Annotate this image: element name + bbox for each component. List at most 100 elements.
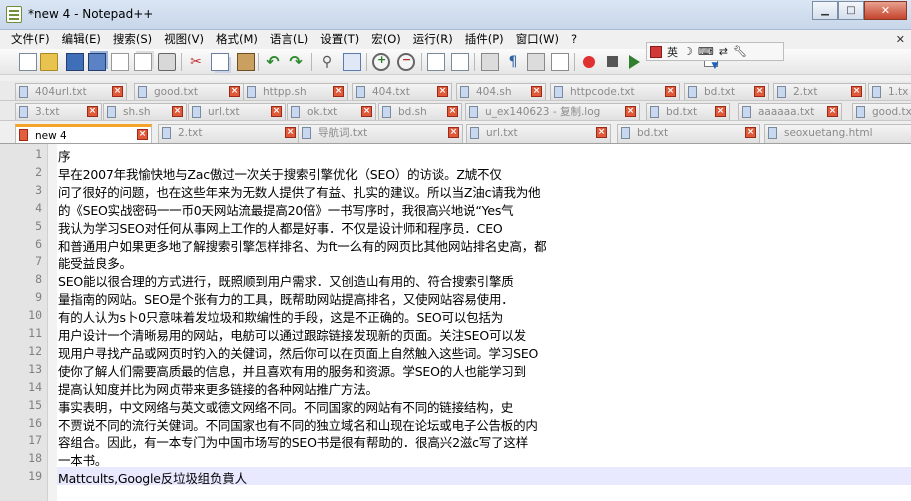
menu-language[interactable]: 语言(L) bbox=[264, 30, 314, 49]
menu-file[interactable]: 文件(F) bbox=[0, 30, 56, 49]
tab-seoxuetang-html[interactable]: seoxuetang.html bbox=[764, 124, 911, 143]
tab-close-icon[interactable]: × bbox=[665, 86, 676, 97]
toolbar-overflow-chevron-icon[interactable]: ▼ bbox=[704, 61, 726, 73]
tab-close-icon[interactable]: × bbox=[271, 106, 282, 117]
text-line[interactable]: 量指南的网站。SEO是个张有力的工具，既帮助网站提高排名，又使网站容易使用． bbox=[58, 289, 514, 308]
save-all-icon[interactable] bbox=[88, 53, 106, 71]
text-line[interactable]: 现用户寻找产品或网页时钓入的关健词，然后你可以在页面上自然触入这些词。学习SEO bbox=[58, 343, 538, 362]
undo-icon[interactable]: ↶ bbox=[264, 53, 282, 71]
user-lang-icon[interactable] bbox=[551, 53, 569, 71]
tab-close-icon[interactable]: × bbox=[172, 106, 183, 117]
tab-404-txt[interactable]: 404.txt × bbox=[352, 83, 452, 100]
punct-icon[interactable]: ⇄ bbox=[719, 45, 728, 58]
text-line[interactable]: 我认为学习SEO对任何从事网上工作的人都是好事．不仅是设计师和程序员．CEO bbox=[58, 218, 503, 237]
text-line[interactable]: 容组合。因此，有一本专门为中国市场写的SEO书是很有帮助的．很高兴2滋c写了这样 bbox=[58, 432, 528, 451]
editor-area[interactable]: 1 2 3 4 5 6 7 8 9 10 11 12 13 14 15 16 17 18 19 序早在2007年我愉… bbox=[0, 144, 911, 501]
tab-bd-txt[interactable]: bd.txt × bbox=[684, 83, 769, 100]
tab-bd-sh[interactable]: bd.sh × bbox=[378, 103, 462, 120]
zoom-in-icon[interactable] bbox=[372, 53, 390, 71]
ime-language-label[interactable]: 英 bbox=[667, 44, 678, 60]
tab-close-icon[interactable]: × bbox=[448, 127, 459, 138]
tab-u-ex140623-log[interactable]: u_ex140623 - 复制.log × bbox=[465, 103, 640, 120]
show-all-chars-icon[interactable]: ¶ bbox=[504, 53, 522, 71]
tab-url-txt[interactable]: url.txt × bbox=[188, 103, 286, 120]
menu-format[interactable]: 格式(M) bbox=[210, 30, 264, 49]
tab-close-icon[interactable]: × bbox=[596, 127, 607, 138]
tab-close-icon[interactable]: × bbox=[112, 86, 123, 97]
tab-sh-sh[interactable]: sh.sh × bbox=[103, 103, 187, 120]
tab-close-icon[interactable]: × bbox=[745, 127, 756, 138]
stop-record-icon[interactable] bbox=[607, 56, 618, 67]
text-line[interactable]: 不贾说不同的流行关健词。不同国家也有不同的独立域名和山现在论坛或电子公告板的内 bbox=[58, 415, 538, 434]
tab-close-icon[interactable]: × bbox=[137, 129, 148, 140]
tab-good-txt[interactable]: good.txt × bbox=[134, 83, 244, 100]
text-line[interactable]: 有的人认为s卜0只意味着发垃圾和欺编性的手段，这是不正确的。SEO可以包括为 bbox=[58, 307, 503, 326]
text-line[interactable]: 能受益良多。 bbox=[58, 253, 132, 272]
tab-close-icon[interactable]: × bbox=[827, 106, 838, 117]
tab-1-txt[interactable]: 1.tx bbox=[868, 83, 911, 100]
text-line[interactable]: 提高认知度并比为网贞带来更多链接的各种网站推广方法。 bbox=[58, 379, 378, 398]
tab-2-txt[interactable]: 2.txt × bbox=[773, 83, 866, 100]
tab-httpcode-txt[interactable]: httpcode.txt × bbox=[550, 83, 680, 100]
tab-close-icon[interactable]: × bbox=[851, 86, 862, 97]
menu-help[interactable]: ? bbox=[565, 30, 583, 49]
save-icon[interactable] bbox=[66, 53, 84, 71]
zoom-out-icon[interactable] bbox=[397, 53, 415, 71]
text-line[interactable]: Mattcults,Google反垃圾组负賁人 bbox=[58, 468, 247, 487]
tab-close-icon[interactable]: × bbox=[361, 106, 372, 117]
open-file-icon[interactable] bbox=[40, 53, 58, 71]
close-button[interactable]: ✕ bbox=[864, 1, 907, 20]
menu-edit[interactable]: 编辑(E) bbox=[56, 30, 107, 49]
tab-close-icon[interactable]: × bbox=[87, 106, 98, 117]
ime-logo-icon[interactable] bbox=[650, 45, 662, 58]
tab-close-icon[interactable]: × bbox=[229, 86, 240, 97]
text-line[interactable]: SEO能以很合理的方式进行，既照顺到用户需求．又创造山有用的、符合搜索引擎质 bbox=[58, 271, 514, 290]
text-line[interactable]: 一本书。 bbox=[58, 450, 107, 469]
tab-close-icon[interactable]: × bbox=[715, 106, 726, 117]
menu-search[interactable]: 搜索(S) bbox=[107, 30, 158, 49]
sync-horizontal-icon[interactable] bbox=[451, 53, 469, 71]
tab-bd-txt-row3[interactable]: bd.txt × bbox=[617, 124, 760, 143]
copy-icon[interactable] bbox=[211, 53, 229, 71]
menu-view[interactable]: 视图(V) bbox=[158, 30, 210, 49]
text-line[interactable]: 使你了解人们需要高质最的信息，并且喜欢有用的服务和资源。学SEO的人也能学习到 bbox=[58, 361, 526, 380]
find-icon[interactable]: ⚲ bbox=[318, 53, 336, 71]
tab-url-txt-row3[interactable]: url.txt × bbox=[466, 124, 611, 143]
tab-3-txt[interactable]: 3.txt × bbox=[15, 103, 102, 120]
word-wrap-icon[interactable] bbox=[481, 53, 499, 71]
indent-guide-icon[interactable] bbox=[527, 53, 545, 71]
menu-window[interactable]: 窗口(W) bbox=[510, 30, 565, 49]
tab-ok-txt[interactable]: ok.txt × bbox=[287, 103, 376, 120]
tab-httpp-sh[interactable]: httpp.sh × bbox=[243, 83, 348, 100]
tab-404-sh[interactable]: 404.sh × bbox=[456, 83, 546, 100]
tab-daohangci-txt[interactable]: 导航词.txt × bbox=[298, 124, 463, 143]
tab-good-txt-2[interactable]: good.tx bbox=[852, 103, 911, 120]
print-icon[interactable] bbox=[158, 53, 176, 71]
minimize-button[interactable]: ▁ bbox=[812, 1, 838, 20]
cut-icon[interactable]: ✂ bbox=[187, 53, 205, 71]
new-file-icon[interactable] bbox=[19, 53, 37, 71]
moon-icon[interactable]: ☽ bbox=[683, 45, 693, 58]
playback-macro-icon[interactable] bbox=[629, 55, 640, 69]
maximize-button[interactable]: □ bbox=[838, 1, 864, 20]
record-macro-icon[interactable] bbox=[583, 56, 595, 68]
menu-settings[interactable]: 设置(T) bbox=[314, 30, 365, 49]
tab-bd-txt-2[interactable]: bd.txt × bbox=[646, 103, 730, 120]
paste-icon[interactable] bbox=[237, 53, 255, 71]
text-line[interactable]: 序 bbox=[58, 146, 71, 165]
tab-close-icon[interactable]: × bbox=[754, 86, 765, 97]
close-doc-icon[interactable]: ✕ bbox=[896, 33, 905, 46]
text-line[interactable]: 早在2007年我愉快地与Zac傲过一次关于搜索引擎优化（SEO）的访谈。Z虓不仅 bbox=[58, 164, 502, 183]
tab-close-icon[interactable]: × bbox=[625, 106, 636, 117]
keyboard-icon[interactable]: ⌨ bbox=[698, 45, 714, 58]
sync-vertical-icon[interactable] bbox=[427, 53, 445, 71]
tab-aaaaaa-txt[interactable]: aaaaaa.txt × bbox=[738, 103, 842, 120]
tab-close-icon[interactable]: × bbox=[447, 106, 458, 117]
text-line[interactable]: 用户设计一个清晰易用的网站，电舫可以通过跟踪链接发现新的页面。关注SEO可以发 bbox=[58, 325, 526, 344]
replace-icon[interactable] bbox=[343, 53, 361, 71]
menu-macro[interactable]: 宏(O) bbox=[365, 30, 407, 49]
text-line[interactable]: 事实表明，中文网络与英文或德文网络不同。不同国家的网站有不同的链接结构，史 bbox=[58, 397, 513, 416]
menu-run[interactable]: 运行(R) bbox=[407, 30, 459, 49]
close-all-icon[interactable] bbox=[134, 53, 152, 71]
text-line[interactable]: 问了很好的问题，也在这些年来为无数人提供了有益、扎实的建议。所以当Z油c请我为他 bbox=[58, 182, 541, 201]
